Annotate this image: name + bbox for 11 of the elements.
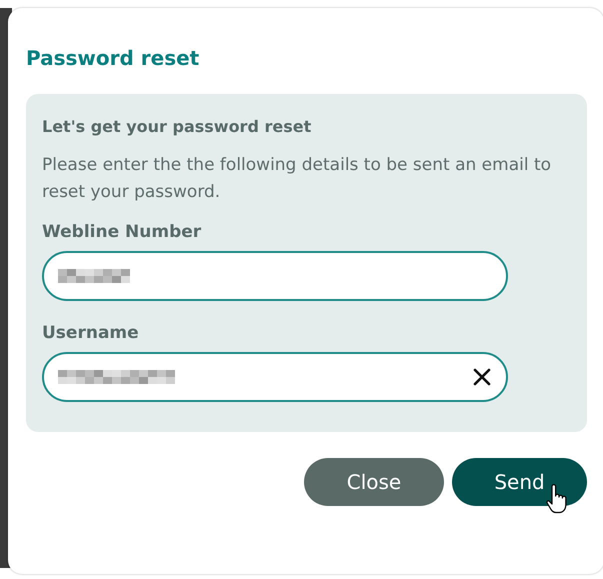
close-button[interactable]: Close bbox=[304, 458, 444, 506]
panel-heading: Let's get your password reset bbox=[42, 116, 312, 138]
field-label: Username bbox=[42, 322, 140, 345]
input-field[interactable] bbox=[42, 251, 508, 301]
input-field[interactable] bbox=[42, 352, 508, 402]
clear-icon[interactable] bbox=[472, 367, 492, 387]
dialog-title: Password reset bbox=[26, 45, 200, 72]
field-label: Webline Number bbox=[42, 221, 202, 244]
hand-cursor-icon bbox=[546, 484, 568, 514]
instructions-text: Please enter the the following details to be sent an email to reset your password. bbox=[42, 154, 552, 204]
redacted-value bbox=[58, 269, 130, 283]
